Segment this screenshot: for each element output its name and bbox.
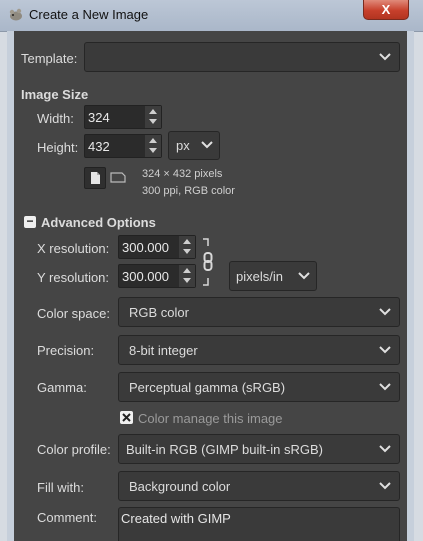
chevron-down-icon	[379, 53, 391, 61]
gamma-value: Perceptual gamma (sRGB)	[129, 380, 286, 395]
title-bar: Create a New Image X	[0, 0, 423, 32]
precision-combo[interactable]: 8-bit integer	[118, 335, 400, 365]
image-size-heading: Image Size	[21, 87, 89, 102]
precision-label: Precision:	[37, 343, 95, 358]
portrait-button[interactable]	[84, 167, 106, 189]
template-label: Template:	[21, 51, 78, 66]
close-icon: X	[381, 2, 391, 17]
size-unit-value: px	[176, 138, 190, 153]
y-resolution-stepper[interactable]	[179, 265, 195, 287]
gimp-wilber-icon	[9, 8, 22, 21]
window-title: Create a New Image	[29, 7, 149, 22]
chevron-down-icon	[379, 445, 391, 453]
color-space-combo[interactable]: RGB color	[118, 297, 400, 327]
precision-value: 8-bit integer	[129, 343, 198, 358]
template-combo[interactable]	[84, 42, 400, 72]
gamma-label: Gamma:	[37, 380, 87, 395]
width-label: Width:	[37, 111, 74, 126]
chevron-down-icon	[379, 482, 391, 490]
collapse-icon: −	[26, 214, 34, 228]
dialog-body: Template: Image Size Width: 324 Height: …	[7, 31, 414, 541]
chevron-down-icon	[298, 272, 310, 280]
chevron-down-icon	[379, 383, 391, 391]
color-profile-combo[interactable]: Built-in RGB (GIMP built-in sRGB)	[118, 434, 400, 464]
y-resolution-spinner[interactable]: 300.000	[118, 264, 196, 288]
chevron-down-icon	[379, 308, 391, 316]
resolution-unit-combo[interactable]: pixels/in	[229, 261, 317, 291]
height-spinner[interactable]: 432	[84, 134, 162, 158]
portrait-orientation-icon	[91, 172, 100, 184]
close-button[interactable]: X	[363, 0, 409, 20]
chevron-down-icon	[379, 346, 391, 354]
color-space-label: Color space:	[37, 306, 110, 321]
checkbox-icon	[122, 413, 131, 422]
height-stepper[interactable]	[145, 135, 161, 157]
width-stepper[interactable]	[145, 106, 161, 128]
size-unit-combo[interactable]: px	[168, 131, 220, 160]
size-info-pixels: 324 × 432 pixels	[142, 168, 223, 180]
gamma-combo[interactable]: Perceptual gamma (sRGB)	[118, 372, 400, 402]
fill-with-value: Background color	[129, 479, 231, 494]
y-resolution-label: Y resolution:	[37, 270, 110, 285]
advanced-toggle[interactable]: −	[24, 214, 36, 228]
color-space-value: RGB color	[129, 305, 189, 320]
chevron-down-icon	[201, 141, 213, 149]
x-resolution-stepper[interactable]	[179, 236, 195, 258]
x-resolution-spinner[interactable]: 300.000	[118, 235, 196, 259]
comment-value: Created with GIMP	[121, 511, 231, 526]
fill-with-combo[interactable]: Background color	[118, 471, 400, 501]
advanced-heading[interactable]: Advanced Options	[41, 215, 156, 230]
height-label: Height:	[37, 140, 79, 155]
chain-link-icon[interactable]	[200, 238, 216, 286]
comment-textarea[interactable]: Created with GIMP	[118, 507, 400, 541]
resolution-unit-value: pixels/in	[236, 269, 283, 284]
y-resolution-value: 300.000	[122, 269, 169, 284]
fill-with-label: Fill with:	[37, 480, 84, 495]
window-frame	[7, 31, 414, 541]
size-info-resolution: 300 ppi, RGB color	[142, 185, 235, 197]
color-profile-label: Color profile:	[37, 442, 111, 457]
height-value: 432	[88, 139, 110, 154]
x-resolution-value: 300.000	[122, 240, 169, 255]
x-resolution-label: X resolution:	[37, 241, 110, 256]
color-profile-value: Built-in RGB (GIMP built-in sRGB)	[126, 442, 323, 457]
landscape-orientation-icon[interactable]	[110, 170, 126, 184]
color-manage-checkbox[interactable]	[120, 411, 133, 424]
width-spinner[interactable]: 324	[84, 105, 162, 129]
comment-label: Comment:	[37, 510, 97, 525]
color-manage-label[interactable]: Color manage this image	[138, 411, 283, 426]
width-value: 324	[88, 110, 110, 125]
